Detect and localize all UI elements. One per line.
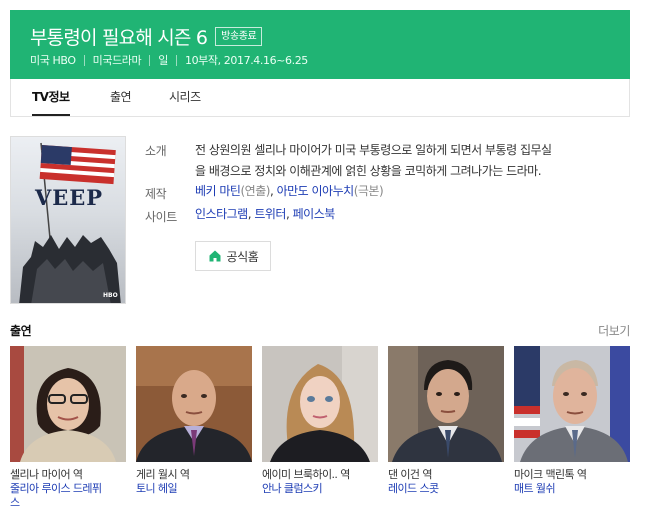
actor-name-line: 안나 클럼스키 bbox=[262, 482, 323, 495]
title-row: 부통령이 필요해 시즌 6 방송종료 bbox=[30, 23, 263, 50]
poster-logo: VEEP bbox=[34, 185, 103, 210]
cast-role: 게리 월시 역 bbox=[136, 468, 190, 481]
tab-cast[interactable]: 출연 bbox=[110, 79, 132, 116]
more-link[interactable]: 더보기 bbox=[598, 322, 630, 339]
production-label: 제작 bbox=[145, 187, 167, 201]
actor-name-line: 스 bbox=[10, 496, 20, 509]
cast-photo[interactable] bbox=[514, 346, 630, 462]
show-title: 부통령이 필요해 시즌 6 bbox=[30, 27, 208, 49]
cast-card: 셀리나 마이어 역 줄리아 루이스 드레퓌 스 bbox=[10, 346, 126, 510]
writer-role: (극본) bbox=[353, 184, 384, 198]
cast-photo[interactable] bbox=[10, 346, 126, 462]
home-icon bbox=[209, 250, 221, 262]
show-header: 부통령이 필요해 시즌 6 방송종료 미국 HBO 미국드라마 일 10부작, … bbox=[10, 10, 630, 79]
writer-link[interactable]: 아만도 이아누치 bbox=[277, 184, 355, 198]
cast-role: 마이크 맥린톡 역 bbox=[514, 468, 587, 481]
meta-divider bbox=[83, 54, 85, 66]
meta-channel: 미국 HBO bbox=[30, 54, 76, 67]
cast-actor-link[interactable]: 레이드 스콧 bbox=[388, 482, 504, 496]
official-homepage-button[interactable]: 공식홈 bbox=[195, 241, 271, 271]
homepage-label: 공식홈 bbox=[226, 249, 259, 264]
meta-divider bbox=[175, 54, 177, 66]
summary-text: 전 상원의원 셀리나 마이어가 미국 부통령으로 일하게 되면서 부통령 집무실… bbox=[195, 140, 625, 182]
producer-role: (연출) bbox=[240, 184, 270, 198]
summary-line: 을 배경으로 정치와 이해관계에 얽힌 상황을 코믹하게 그려나가는 드라마. bbox=[195, 164, 542, 178]
cast-card: 게리 월시 역 토니 헤일 bbox=[136, 346, 252, 496]
cast-photo[interactable] bbox=[262, 346, 378, 462]
cast-card: 마이크 맥린톡 역 매트 월쉬 bbox=[514, 346, 630, 496]
cast-card: 댄 이건 역 레이드 스콧 bbox=[388, 346, 504, 496]
meta-day: 일 bbox=[158, 54, 168, 67]
cast-role: 댄 이건 역 bbox=[388, 468, 432, 481]
cast-actor-link[interactable]: 줄리아 루이스 드레퓌 스 bbox=[10, 482, 126, 510]
cast-photo[interactable] bbox=[388, 346, 504, 462]
summary-line: 전 상원의원 셀리나 마이어가 미국 부통령으로 일하게 되면서 부통령 집무실 bbox=[195, 143, 552, 157]
summary-label: 소개 bbox=[145, 144, 167, 158]
cast-actor-link[interactable]: 토니 헤일 bbox=[136, 482, 252, 496]
facebook-link[interactable]: 페이스북 bbox=[293, 207, 336, 221]
cast-section-title: 출연 bbox=[10, 324, 32, 338]
cast-actor-link[interactable]: 안나 클럼스키 bbox=[262, 482, 378, 496]
site-links: 인스타그램, 트위터, 페이스북 bbox=[195, 204, 335, 225]
cast-role: 에이미 브룩하이.. 역 bbox=[262, 468, 350, 481]
actor-name-line: 매트 월쉬 bbox=[514, 482, 556, 495]
cast-role: 셀리나 마이어 역 bbox=[10, 468, 83, 481]
instagram-link[interactable]: 인스타그램 bbox=[195, 207, 248, 221]
show-poster[interactable]: VEEP HBO bbox=[10, 136, 126, 304]
status-badge: 방송종료 bbox=[215, 27, 263, 46]
list-separator: , bbox=[285, 207, 293, 221]
cast-card: 에이미 브룩하이.. 역 안나 클럼스키 bbox=[262, 346, 378, 496]
actor-name-line: 줄리아 루이스 드레퓌 bbox=[10, 482, 102, 495]
meta-episodes: 10부작, 2017.4.16~6.25 bbox=[184, 54, 308, 67]
tab-bar: TV정보 출연 시리즈 bbox=[10, 79, 630, 117]
actor-name-line: 토니 헤일 bbox=[136, 482, 178, 495]
meta-divider bbox=[149, 54, 151, 66]
actor-name-line: 레이드 스콧 bbox=[388, 482, 439, 495]
twitter-link[interactable]: 트위터 bbox=[254, 207, 286, 221]
poster-image: VEEP HBO bbox=[19, 142, 121, 303]
cast-photo[interactable] bbox=[136, 346, 252, 462]
site-label: 사이트 bbox=[145, 210, 177, 224]
list-separator: , bbox=[269, 184, 277, 198]
show-meta: 미국 HBO 미국드라마 일 10부작, 2017.4.16~6.25 bbox=[30, 52, 308, 68]
cast-actor-link[interactable]: 매트 월쉬 bbox=[514, 482, 630, 496]
production-info: 베키 마틴(연출), 아만도 이아누치(극본) bbox=[195, 181, 384, 202]
tab-tv-info[interactable]: TV정보 bbox=[32, 79, 70, 116]
poster-network: HBO bbox=[103, 292, 118, 299]
tab-series[interactable]: 시리즈 bbox=[169, 79, 201, 116]
meta-genre: 미국드라마 bbox=[92, 54, 142, 67]
producer-link[interactable]: 베키 마틴 bbox=[195, 184, 241, 198]
